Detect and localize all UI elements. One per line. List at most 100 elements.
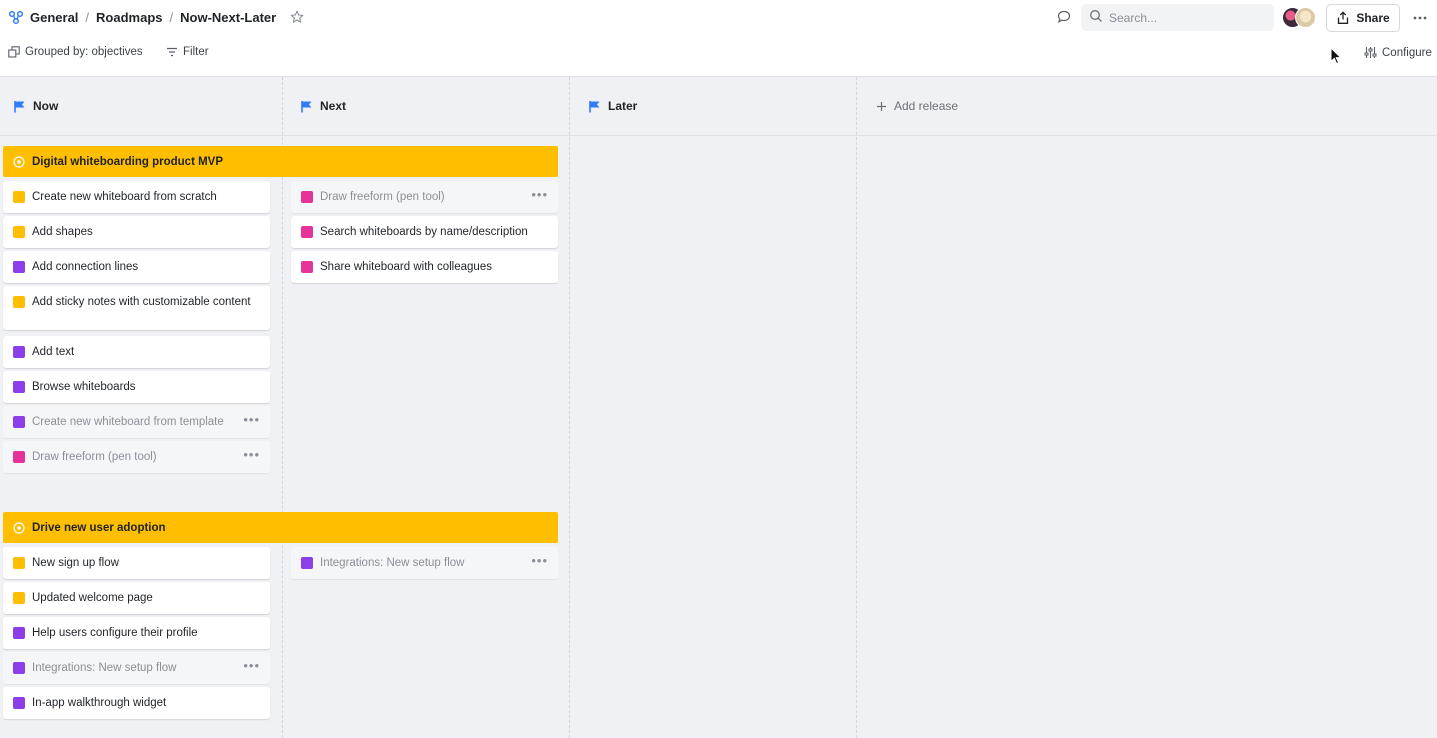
feature-card[interactable]: Search whiteboards by name/description bbox=[291, 216, 558, 248]
plus-icon bbox=[877, 101, 886, 111]
feature-card[interactable]: Share whiteboard with colleagues bbox=[291, 251, 558, 283]
feature-card-ghost[interactable]: Draw freeform (pen tool) ••• bbox=[291, 181, 558, 213]
feature-label: Help users configure their profile bbox=[32, 627, 198, 639]
card-more-icon[interactable]: ••• bbox=[243, 413, 260, 426]
feature-label: Create new whiteboard from template bbox=[32, 416, 224, 428]
comment-icon[interactable] bbox=[1056, 9, 1072, 25]
group-by-label: Grouped by: objectives bbox=[25, 46, 143, 58]
share-button[interactable]: Share bbox=[1326, 4, 1400, 32]
objective-header[interactable]: Digital whiteboarding product MVP bbox=[3, 146, 558, 177]
add-release-button[interactable]: Add release bbox=[876, 77, 958, 135]
status-swatch bbox=[13, 416, 25, 428]
feature-card[interactable]: Add text bbox=[3, 336, 270, 368]
flag-icon bbox=[14, 100, 25, 112]
status-swatch bbox=[13, 662, 25, 674]
column-divider bbox=[856, 77, 857, 738]
column-title: Next bbox=[320, 99, 347, 113]
objective-title: Drive new user adoption bbox=[32, 521, 166, 534]
status-swatch bbox=[13, 261, 25, 273]
flag-icon bbox=[301, 100, 312, 112]
feature-label: Draw freeform (pen tool) bbox=[32, 451, 157, 463]
configure-button[interactable]: Configure bbox=[1364, 46, 1432, 59]
column-title: Later bbox=[608, 99, 638, 113]
status-swatch bbox=[13, 381, 25, 393]
favorite-star-icon[interactable] bbox=[290, 10, 304, 24]
feature-label: New sign up flow bbox=[32, 557, 119, 569]
status-swatch bbox=[13, 226, 25, 238]
feature-card-ghost[interactable]: Integrations: New setup flow ••• bbox=[3, 652, 270, 684]
feature-card[interactable]: Create new whiteboard from scratch bbox=[3, 181, 270, 213]
search-icon bbox=[1089, 9, 1103, 26]
feature-card[interactable]: Add shapes bbox=[3, 216, 270, 248]
share-label: Share bbox=[1356, 11, 1390, 25]
top-bar: General / Roadmaps / Now-Next-Later Shar… bbox=[0, 0, 1437, 36]
status-swatch bbox=[13, 191, 25, 203]
group-by-button[interactable]: Grouped by: objectives bbox=[8, 46, 143, 58]
feature-label: Search whiteboards by name/description bbox=[320, 226, 528, 238]
feature-card[interactable]: Add connection lines bbox=[3, 251, 270, 283]
column-header-now[interactable]: Now bbox=[13, 77, 58, 135]
workspace-logo-icon[interactable] bbox=[8, 9, 24, 25]
feature-card[interactable]: Add sticky notes with customizable conte… bbox=[3, 286, 270, 330]
more-options-icon[interactable] bbox=[1412, 10, 1428, 26]
breadcrumb-separator: / bbox=[169, 9, 174, 25]
feature-card[interactable]: In-app walkthrough widget bbox=[3, 687, 270, 719]
feature-card[interactable]: Help users configure their profile bbox=[3, 617, 270, 649]
feature-label: Share whiteboard with colleagues bbox=[320, 261, 492, 273]
column-header-next[interactable]: Next bbox=[300, 77, 346, 135]
feature-label: Add text bbox=[32, 346, 75, 358]
feature-label: Add shapes bbox=[32, 226, 93, 238]
feature-label: Browse whiteboards bbox=[32, 381, 136, 393]
objective-target-icon bbox=[13, 155, 25, 168]
feature-label: Add sticky notes with customizable conte… bbox=[32, 296, 251, 308]
feature-label: Add connection lines bbox=[32, 261, 139, 273]
feature-card-ghost[interactable]: Draw freeform (pen tool) ••• bbox=[3, 441, 270, 473]
status-swatch bbox=[13, 346, 25, 358]
feature-label: Integrations: New setup flow bbox=[320, 557, 465, 569]
feature-label: Integrations: New setup flow bbox=[32, 662, 177, 674]
feature-card[interactable]: New sign up flow bbox=[3, 547, 270, 579]
feature-label: In-app walkthrough widget bbox=[32, 697, 167, 709]
header-divider bbox=[0, 135, 1437, 136]
avatar[interactable] bbox=[1295, 7, 1316, 28]
status-swatch bbox=[13, 627, 25, 639]
breadcrumb-general[interactable]: General bbox=[30, 10, 78, 25]
filter-icon bbox=[167, 47, 177, 57]
feature-label: Updated welcome page bbox=[32, 592, 153, 604]
status-swatch bbox=[301, 191, 313, 203]
objective-title: Digital whiteboarding product MVP bbox=[32, 155, 224, 168]
card-more-icon[interactable]: ••• bbox=[531, 188, 548, 201]
collaborator-avatars[interactable] bbox=[1282, 7, 1316, 28]
status-swatch bbox=[13, 451, 25, 463]
breadcrumb-roadmaps[interactable]: Roadmaps bbox=[96, 10, 162, 25]
mouse-cursor-icon bbox=[1330, 46, 1343, 68]
flag-icon bbox=[589, 100, 600, 112]
roadmap-board: Now Next Later Add release Digital white… bbox=[0, 76, 1437, 738]
objective-target-icon bbox=[13, 521, 25, 534]
feature-card[interactable]: Browse whiteboards bbox=[3, 371, 270, 403]
feature-card-ghost[interactable]: Create new whiteboard from template ••• bbox=[3, 406, 270, 438]
column-title: Now bbox=[33, 99, 59, 113]
feature-card-ghost[interactable]: Integrations: New setup flow ••• bbox=[291, 547, 558, 579]
objective-header[interactable]: Drive new user adoption bbox=[3, 512, 558, 543]
status-swatch bbox=[13, 697, 25, 709]
status-swatch bbox=[301, 261, 313, 273]
filter-label: Filter bbox=[183, 46, 209, 58]
group-icon bbox=[8, 46, 20, 58]
search-input[interactable] bbox=[1109, 10, 1259, 25]
sliders-icon bbox=[1364, 47, 1377, 58]
search-box bbox=[1081, 4, 1274, 31]
card-more-icon[interactable]: ••• bbox=[243, 659, 260, 672]
column-header-later[interactable]: Later bbox=[588, 77, 637, 135]
status-swatch bbox=[301, 557, 313, 569]
filter-button[interactable]: Filter bbox=[166, 46, 209, 58]
status-swatch bbox=[301, 226, 313, 238]
feature-card[interactable]: Updated welcome page bbox=[3, 582, 270, 614]
share-icon bbox=[1338, 11, 1349, 24]
add-release-label: Add release bbox=[894, 99, 959, 113]
breadcrumb-separator: / bbox=[85, 9, 90, 25]
status-swatch bbox=[13, 296, 25, 308]
card-more-icon[interactable]: ••• bbox=[531, 554, 548, 567]
card-more-icon[interactable]: ••• bbox=[243, 448, 260, 461]
breadcrumb: General / Roadmaps / Now-Next-Later bbox=[8, 9, 304, 25]
